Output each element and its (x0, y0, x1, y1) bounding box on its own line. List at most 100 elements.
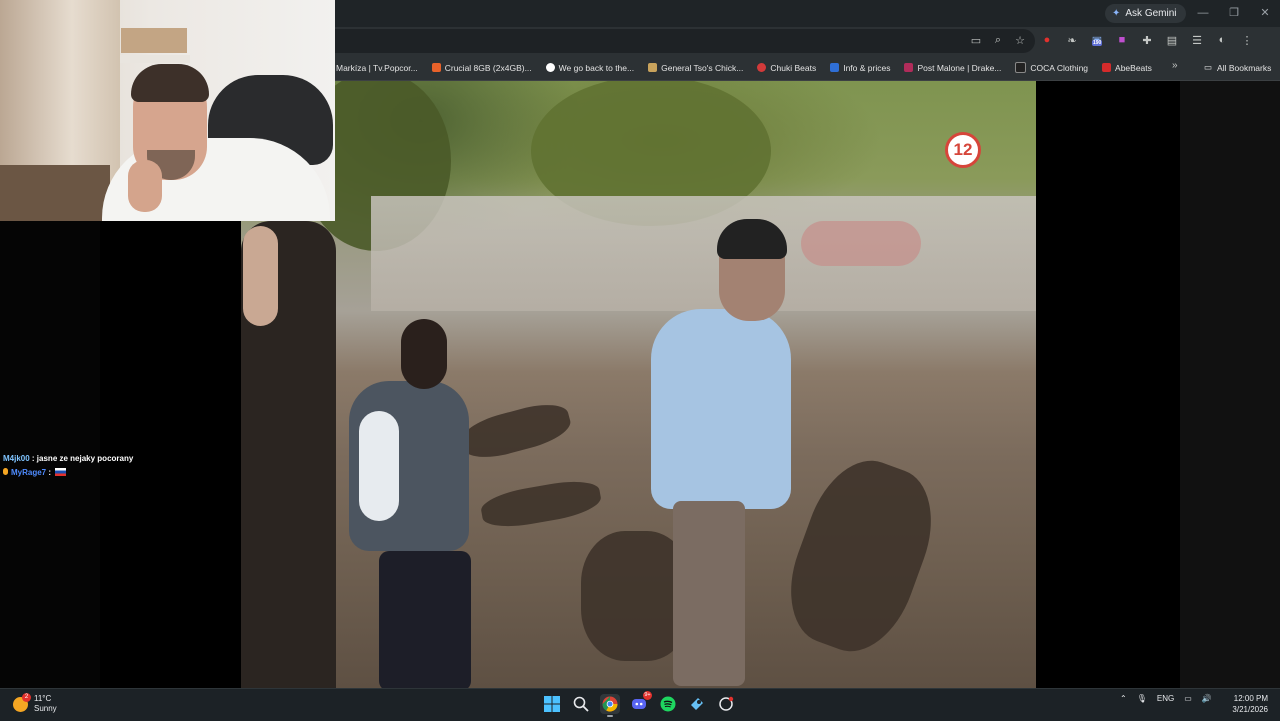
minimize-button[interactable]: — (1188, 4, 1218, 22)
webcam-scene (120, 55, 190, 63)
bookmark-item[interactable]: AbeBeats (1102, 63, 1152, 73)
tab-search-icon[interactable]: ▤ (1165, 33, 1179, 47)
volume-icon[interactable]: 🔊 (1202, 694, 1212, 703)
taskbar-spotify[interactable] (658, 694, 678, 714)
bookmark-item[interactable]: Markíza | Tv.Popcor... (332, 63, 418, 73)
bookmark-item[interactable]: Info & prices (830, 63, 890, 73)
chat-username: M4jk00 (3, 454, 30, 463)
system-tray: ⌃ 🎙 ENG ▭ 🔊 (1120, 694, 1212, 703)
taskbar-steam[interactable] (687, 694, 707, 714)
webcam-scene (0, 165, 110, 221)
spotify-icon (660, 696, 676, 712)
bookmark-item[interactable]: General Tso's Chick... (648, 63, 743, 73)
all-bookmarks-button[interactable]: ▭ All Bookmarks (1204, 55, 1271, 80)
bookmark-label: Markíza | Tv.Popcor... (336, 62, 418, 73)
extensions-puzzle-icon[interactable]: ✚ (1140, 33, 1154, 47)
clock-time: 12:00 PM (1233, 694, 1268, 703)
bookmark-label: We go back to the... (558, 62, 635, 73)
bookmark-favicon-icon (757, 63, 767, 72)
ask-gemini-label: Ask Gemini (1125, 8, 1177, 19)
extension-red-icon[interactable]: ● (1040, 33, 1054, 47)
bookmark-label: COCA Clothing (1030, 62, 1089, 73)
chat-text: : (48, 468, 52, 477)
weather-widget[interactable]: 2 11°C Sunny (13, 692, 57, 714)
extensions-area: ● ❧ ▣190 ■ ✚ ▤ ☰ ◐ ⋮ (1040, 33, 1254, 47)
ask-gemini-button[interactable]: ✦ Ask Gemini (1105, 4, 1186, 23)
windows-taskbar: 2 11°C Sunny 9+ ⌃ 🎙 ENG ▭ 🔊 12:00 PM 3/2… (0, 688, 1280, 721)
video-letterbox-right (1036, 81, 1180, 688)
sun-icon: 2 (13, 692, 31, 712)
folder-icon: ▭ (1204, 62, 1213, 72)
bookmark-item[interactable]: COCA Clothing (1015, 62, 1088, 73)
close-button[interactable]: ✕ (1250, 4, 1280, 22)
search-icon (573, 696, 589, 712)
video-player[interactable]: 12 (241, 81, 1036, 688)
bookmark-favicon-icon (431, 63, 441, 72)
restore-button[interactable]: ❐ (1219, 4, 1249, 22)
all-bookmarks-label: All Bookmarks (1217, 62, 1272, 73)
chrome-icon (602, 696, 618, 712)
start-button[interactable] (542, 694, 562, 714)
chat-username: MyRage7 (11, 468, 47, 477)
bookmark-label: AbeBeats (1115, 62, 1152, 73)
bookmark-item[interactable]: Crucial 8GB (2x4GB)... (431, 63, 532, 73)
video-scene (401, 319, 447, 389)
weather-condition: Sunny (34, 704, 57, 713)
bookmark-label: General Tso's Chick... (661, 62, 744, 73)
bookmark-label: Chuki Beats (770, 62, 817, 73)
bookmark-favicon-icon (1015, 62, 1027, 73)
flag-emote-icon (55, 468, 67, 476)
app-circle-icon (719, 696, 734, 711)
video-scene (651, 309, 791, 509)
chat-badge-icon (3, 468, 8, 475)
taskbar-chrome[interactable] (600, 694, 620, 717)
cast-icon[interactable]: ▭ (969, 33, 983, 47)
extension-counter-icon[interactable]: ▣190 (1090, 33, 1104, 47)
bookmark-favicon-icon (545, 63, 555, 72)
video-scene (772, 446, 950, 666)
zoom-icon[interactable]: ⌕ (991, 33, 1005, 47)
webcam-scene (121, 28, 187, 53)
chat-overlay: M4jk00 : jasne ze nejaky pocorany MyRage… (3, 452, 133, 480)
microphone-icon[interactable]: 🎙 (1137, 694, 1147, 703)
taskbar-search-button[interactable] (571, 694, 591, 714)
chat-message: M4jk00 : jasne ze nejaky pocorany (3, 452, 133, 466)
webcam-scene (131, 64, 209, 102)
tv-rating-badge: 12 (945, 132, 981, 168)
profile-avatar-icon[interactable]: ◐ (1215, 33, 1229, 47)
video-scene (801, 221, 921, 266)
bookmark-item[interactable]: Post Malone | Drake... (904, 63, 1001, 73)
chat-text: : jasne ze nejaky pocorany (31, 454, 134, 463)
video-scene (243, 226, 278, 326)
extension-purple-icon[interactable]: ■ (1115, 33, 1129, 47)
taskbar-app[interactable] (716, 694, 736, 714)
menu-kebab-icon[interactable]: ⋮ (1240, 33, 1254, 47)
video-scene (359, 411, 399, 521)
extension-badge: 190 (1092, 40, 1103, 46)
taskbar-clock[interactable]: 12:00 PM 3/21/2026 (1228, 693, 1268, 715)
webcam-scene (128, 160, 162, 212)
video-scene (478, 475, 604, 533)
reading-list-icon[interactable]: ☰ (1190, 33, 1204, 47)
discord-badge: 9+ (643, 691, 652, 700)
video-scene (457, 397, 575, 465)
weather-badge: 2 (22, 692, 31, 702)
tray-chevron-up-icon[interactable]: ⌃ (1120, 694, 1127, 703)
bookmark-favicon-icon (648, 63, 658, 72)
bookmark-item[interactable]: Chuki Beats (757, 63, 816, 73)
network-icon[interactable]: ▭ (1184, 694, 1192, 703)
address-bar[interactable]: ▭ ⌕ ☆ (335, 29, 1035, 53)
stream-right-panel (1180, 81, 1280, 688)
video-scene (371, 196, 1036, 311)
bookmarks-overflow-icon[interactable]: » (1172, 60, 1178, 71)
extension-leaf-icon[interactable]: ❧ (1065, 33, 1079, 47)
taskbar-discord[interactable]: 9+ (629, 691, 652, 714)
bookmark-item[interactable]: We go back to the... (545, 62, 635, 73)
bookmark-star-icon[interactable]: ☆ (1013, 33, 1027, 47)
video-scene (673, 501, 745, 686)
language-indicator[interactable]: ENG (1157, 694, 1174, 703)
weather-temperature: 11°C (34, 694, 52, 703)
bookmark-label: Info & prices (843, 62, 891, 73)
bookmark-favicon-icon (1102, 63, 1112, 72)
gemini-sparkle-icon: ✦ (1112, 8, 1121, 19)
